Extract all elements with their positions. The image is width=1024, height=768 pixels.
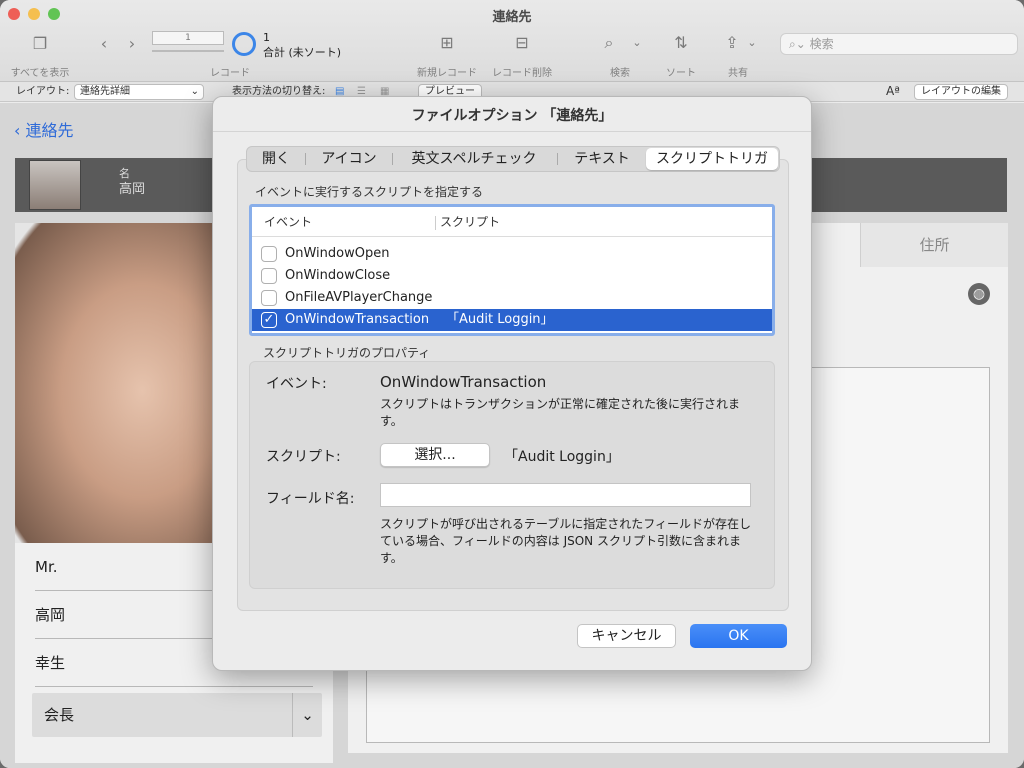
- properties-label: スクリプトトリガのプロパティ: [263, 346, 431, 360]
- tab-open[interactable]: 開く: [251, 148, 301, 170]
- script-label: スクリプト:: [266, 449, 341, 465]
- row-script: 「Audit Loggin」: [446, 312, 554, 327]
- column-header-script[interactable]: スクリプト: [440, 207, 500, 237]
- file-options-dialog: ファイルオプション 「連絡先」 開く アイコン 英文スペルチェック テキスト ス…: [212, 96, 812, 671]
- field-name-label: フィールド名:: [266, 491, 355, 507]
- row-event: OnFileAVPlayerChange: [285, 290, 433, 305]
- tab-bar: 開く アイコン 英文スペルチェック テキスト スクリプトトリガ: [246, 146, 780, 172]
- field-description: スクリプトが呼び出されるテーブルに指定されたフィールドが存在している場合、フィー…: [380, 517, 752, 565]
- tab-divider: [392, 153, 393, 165]
- table-row[interactable]: OnWindowClose: [252, 265, 772, 287]
- event-label: イベント:: [266, 376, 327, 392]
- row-checkbox[interactable]: [261, 246, 277, 262]
- trigger-properties: イベント: OnWindowTransaction スクリプトはトランザクション…: [249, 361, 775, 589]
- dialog-title: ファイルオプション 「連絡先」: [411, 108, 613, 124]
- tab-spelling[interactable]: 英文スペルチェック: [395, 148, 553, 170]
- row-event: OnWindowOpen: [285, 246, 390, 261]
- cancel-button[interactable]: キャンセル: [577, 624, 676, 648]
- row-event: OnWindowClose: [285, 268, 391, 283]
- row-event: OnWindowTransaction: [285, 312, 430, 327]
- tab-script-triggers[interactable]: スクリプトトリガ: [646, 148, 778, 170]
- table-row-selected[interactable]: ✓ OnWindowTransaction 「Audit Loggin」: [252, 309, 772, 331]
- row-checkbox[interactable]: [261, 290, 277, 306]
- tab-divider: [557, 153, 558, 165]
- field-name-input[interactable]: [380, 483, 751, 507]
- event-value: OnWindowTransaction: [380, 373, 547, 391]
- trigger-table: イベント スクリプト OnWindowOpen OnWindowClose On…: [249, 204, 775, 336]
- ok-button[interactable]: OK: [690, 624, 787, 648]
- table-row[interactable]: OnWindowOpen: [252, 243, 772, 265]
- section-label: イベントに実行するスクリプトを指定する: [255, 185, 484, 199]
- modal-overlay: ファイルオプション 「連絡先」 開く アイコン 英文スペルチェック テキスト ス…: [0, 0, 1024, 768]
- tab-text[interactable]: テキスト: [561, 148, 643, 170]
- tab-divider: [305, 153, 306, 165]
- checkmark-icon[interactable]: ✓: [261, 312, 277, 328]
- event-description: スクリプトはトランザクションが正常に確定された後に実行されます。: [380, 397, 741, 428]
- select-script-button[interactable]: 選択...: [380, 443, 490, 467]
- table-row[interactable]: OnFileAVPlayerChange: [252, 287, 772, 309]
- tab-icon[interactable]: アイコン: [309, 148, 389, 170]
- script-value: 「Audit Loggin」: [504, 449, 620, 465]
- column-divider: [435, 216, 436, 230]
- table-header: イベント スクリプト: [252, 207, 772, 237]
- row-checkbox[interactable]: [261, 268, 277, 284]
- title-divider: [213, 131, 811, 132]
- column-header-event[interactable]: イベント: [264, 207, 312, 237]
